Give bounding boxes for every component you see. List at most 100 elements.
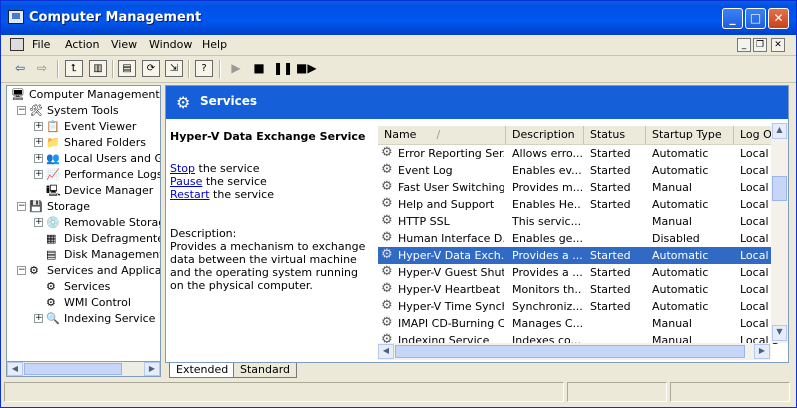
services-list[interactable]: Name ∕ Description Status Startup Type Lo… xyxy=(378,123,788,362)
cell-startup: Automatic xyxy=(652,164,709,177)
restart-service-icon[interactable]: ■▶ xyxy=(296,60,317,77)
scroll-right-button[interactable]: ▶ xyxy=(754,344,770,359)
scroll-down-button[interactable]: ▼ xyxy=(772,325,787,341)
computer-management-window: Computer Management _ □ ✕ File Action Vi… xyxy=(0,0,797,408)
pause-service-icon[interactable]: ❚❚ xyxy=(273,60,293,77)
tree-item[interactable]: + 📋 Event Viewer xyxy=(7,119,160,135)
tree-item[interactable]: +👥 Local Users and Gro xyxy=(7,151,160,167)
scroll-right-button[interactable]: ▶ xyxy=(144,362,160,376)
table-row[interactable]: ⚙ IMAPI CD-Burning C... Manages C... Manual… xyxy=(378,315,779,332)
menu-file[interactable]: File xyxy=(32,38,50,51)
show-hide-tree-icon[interactable]: ▥ xyxy=(89,60,107,77)
restart-service-link[interactable]: Restart xyxy=(170,188,210,201)
expand-icon[interactable]: + xyxy=(34,138,43,147)
tree-item[interactable]: 🖳 Device Manager xyxy=(7,183,160,199)
properties-icon[interactable]: ▤ xyxy=(118,60,136,77)
tree-item[interactable]: ⚙ WMI Control xyxy=(7,295,160,311)
tree-item[interactable]: ▦ Disk Defragmenter xyxy=(7,231,160,247)
console-tree[interactable]: 🖥Computer Management (Lo−🛠System Tools+📋… xyxy=(6,85,161,376)
table-row[interactable]: ⚙ Event Log Enables ev... Started Automatic L… xyxy=(378,162,779,179)
tree-item-label: System Tools xyxy=(47,104,119,117)
disk-management-icon: ▤ xyxy=(46,248,57,261)
child-restore-button[interactable]: ❐ xyxy=(753,38,767,52)
table-row[interactable]: ⚙ Hyper-V Data Exch... Provides a ... Start… xyxy=(378,247,779,264)
collapse-icon[interactable]: − xyxy=(17,106,26,115)
cell-description: This servic... xyxy=(512,215,582,228)
scroll-thumb[interactable] xyxy=(395,345,745,358)
cell-name: Error Reporting Ser... xyxy=(398,147,504,160)
up-folder-icon[interactable]: ⮤ xyxy=(65,60,83,77)
table-row[interactable]: ⚙ Help and Support Enables He... Started Aut… xyxy=(378,196,779,213)
tab-standard[interactable]: Standard xyxy=(233,363,298,378)
tree-item[interactable]: +📈 Performance Logs a xyxy=(7,167,160,183)
help-icon[interactable]: ? xyxy=(195,60,213,77)
tree-item[interactable]: −⚙ Services and Applicatio xyxy=(7,263,160,279)
maximize-button[interactable]: □ xyxy=(745,8,766,29)
service-gear-icon: ⚙ xyxy=(381,179,393,194)
tree-item[interactable]: + 🔍 Indexing Service xyxy=(7,311,160,327)
child-minimize-button[interactable]: _ xyxy=(737,38,751,52)
scroll-up-button[interactable]: ▲ xyxy=(772,123,787,139)
list-horizontal-scrollbar[interactable]: ◀ ▶ xyxy=(378,343,771,360)
table-row[interactable]: ⚙ Hyper-V Guest Shut... Provides a ... Star… xyxy=(378,264,779,281)
pause-service-link[interactable]: Pause xyxy=(170,175,202,188)
expand-icon[interactable]: + xyxy=(34,218,43,227)
column-description[interactable]: Description xyxy=(506,126,584,144)
expand-icon[interactable]: + xyxy=(34,314,43,323)
column-name[interactable]: Name ∕ xyxy=(378,126,506,144)
tree-item-label: Storage xyxy=(47,200,91,213)
tree-item[interactable]: 🖥 Computer Management (Lo xyxy=(7,87,160,103)
collapse-icon[interactable]: − xyxy=(17,202,26,211)
menu-window[interactable]: Window xyxy=(149,38,192,51)
column-startup-type[interactable]: Startup Type xyxy=(646,126,734,144)
tree-horizontal-scrollbar[interactable]: ◀ ▶ xyxy=(6,361,161,377)
table-row[interactable]: ⚙ Hyper-V Time Synch... Synchroniz... Start… xyxy=(378,298,779,315)
mmc-icon[interactable] xyxy=(10,38,24,51)
cell-startup: Automatic xyxy=(652,249,709,262)
expand-icon[interactable]: + xyxy=(34,154,43,163)
collapse-icon[interactable]: − xyxy=(17,266,26,275)
shared-folders-icon: 📁 xyxy=(46,136,60,149)
close-button[interactable]: ✕ xyxy=(768,8,789,29)
export-list-icon[interactable]: ⇲ xyxy=(165,60,183,77)
tree-item[interactable]: − 💾 Storage xyxy=(7,199,160,215)
stop-service-link[interactable]: Stop xyxy=(170,162,195,175)
scroll-left-button[interactable]: ◀ xyxy=(7,362,23,376)
scroll-thumb[interactable] xyxy=(24,363,122,375)
menu-help[interactable]: Help xyxy=(202,38,227,51)
forward-arrow-icon[interactable]: ⇨ xyxy=(33,60,51,77)
tab-extended[interactable]: Extended xyxy=(169,363,236,378)
tree-item[interactable]: +💿 Removable Storage xyxy=(7,215,160,231)
table-row[interactable]: ⚙ Fast User Switching... Provides m... Star… xyxy=(378,179,779,196)
tree-item[interactable]: + 📁 Shared Folders xyxy=(7,135,160,151)
child-close-button[interactable]: ✕ xyxy=(771,38,785,52)
tree-item[interactable]: ▤ Disk Management xyxy=(7,247,160,263)
stop-service-icon[interactable]: ■ xyxy=(250,60,268,77)
service-gear-icon: ⚙ xyxy=(381,213,393,228)
scroll-left-button[interactable]: ◀ xyxy=(378,344,394,359)
minimize-button[interactable]: _ xyxy=(722,8,743,29)
expand-icon[interactable]: + xyxy=(34,122,43,131)
start-service-icon[interactable]: ▶ xyxy=(227,60,245,77)
column-status[interactable]: Status xyxy=(584,126,646,144)
title-bar[interactable]: Computer Management _ □ ✕ xyxy=(1,1,796,35)
scroll-thumb[interactable] xyxy=(772,176,787,201)
cell-startup: Manual xyxy=(652,181,692,194)
tree-item[interactable]: ⚙ Services xyxy=(7,279,160,295)
services-gear-icon: ⚙ xyxy=(176,93,191,112)
cell-description: Enables ev... xyxy=(512,164,582,177)
cell-description: Monitors th... xyxy=(512,283,582,296)
table-row[interactable]: ⚙ Hyper-V Heartbeat ... Monitors th... Star… xyxy=(378,281,779,298)
column-header: Name ∕ Description Status Startup Type Lo… xyxy=(378,126,788,145)
menu-view[interactable]: View xyxy=(111,38,137,51)
expand-icon[interactable]: + xyxy=(34,170,43,179)
cell-status: Started xyxy=(590,164,631,177)
back-arrow-icon[interactable]: ⇦ xyxy=(11,60,29,77)
table-row[interactable]: ⚙ Error Reporting Ser... Allows erro... Sta… xyxy=(378,145,779,162)
table-row[interactable]: ⚙ Human Interface D... Enables ge... Disabl… xyxy=(378,230,779,247)
list-vertical-scrollbar[interactable]: ▲ ▼ xyxy=(771,123,788,343)
tree-item[interactable]: − 🛠 System Tools xyxy=(7,103,160,119)
table-row[interactable]: ⚙ HTTP SSL This servic... Manual Local S xyxy=(378,213,779,230)
menu-action[interactable]: Action xyxy=(65,38,99,51)
refresh-icon[interactable]: ⟳ xyxy=(142,60,160,77)
